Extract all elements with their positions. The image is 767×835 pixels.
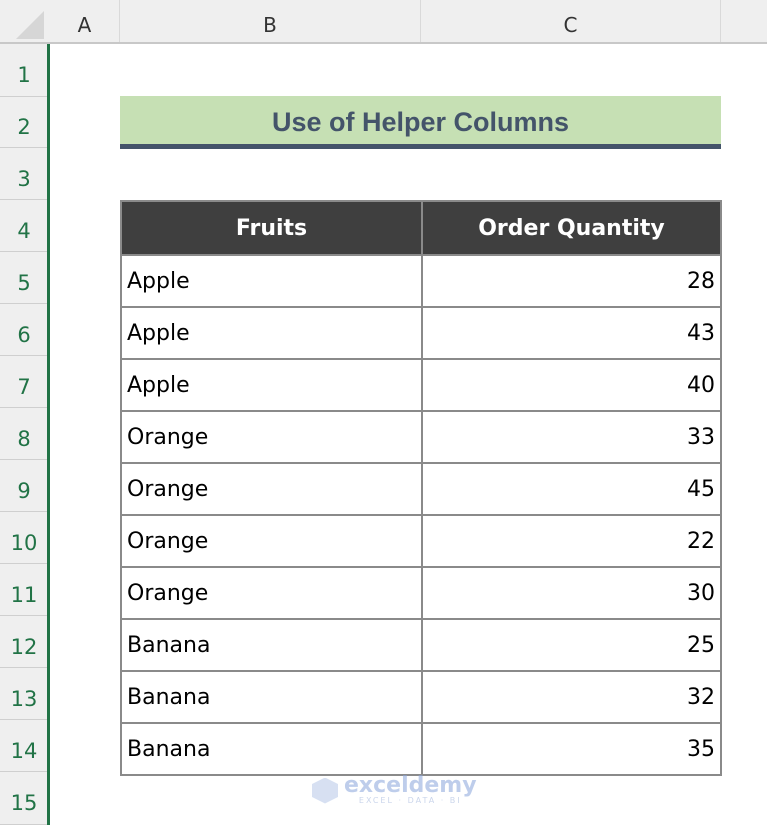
row-header-13[interactable]: 13 (0, 668, 48, 720)
quantity-cell[interactable]: 30 (421, 566, 722, 620)
watermark-name: exceldemy (344, 773, 477, 798)
row-header-11[interactable]: 11 (0, 564, 48, 616)
row-header-1[interactable]: 1 (0, 44, 48, 97)
watermark-tagline: EXCEL · DATA · BI (358, 796, 462, 805)
row-header-15[interactable]: 15 (0, 772, 48, 825)
column-header-a[interactable]: A (50, 0, 120, 42)
table-row: Orange 30 (120, 566, 722, 620)
quantity-cell[interactable]: 40 (421, 358, 722, 412)
table-row: Apple 43 (120, 306, 722, 360)
row-header-3[interactable]: 3 (0, 148, 48, 200)
fruit-cell[interactable]: Orange (120, 410, 423, 464)
fruit-cell[interactable]: Orange (120, 514, 423, 568)
row-header-12[interactable]: 12 (0, 616, 48, 668)
table-row: Orange 33 (120, 410, 722, 464)
column-header-b[interactable]: B (120, 0, 421, 42)
row-header-5[interactable]: 5 (0, 252, 48, 304)
table-row: Apple 28 (120, 254, 722, 308)
data-table: Fruits Order Quantity Apple 28 Apple 43 Appl… (120, 200, 722, 776)
header-fruits[interactable]: Fruits (120, 200, 423, 256)
select-all-button[interactable] (0, 0, 50, 43)
quantity-cell[interactable]: 25 (421, 618, 722, 672)
sheet-title: Use of Helper Columns (120, 96, 721, 149)
selection-indicator (47, 44, 50, 825)
header-order-quantity[interactable]: Order Quantity (421, 200, 722, 256)
quantity-cell[interactable]: 43 (421, 306, 722, 360)
table-row: Apple 40 (120, 358, 722, 412)
column-header-c[interactable]: C (421, 0, 721, 42)
watermark: exceldemy EXCEL · DATA · BI (312, 773, 477, 805)
row-header-4[interactable]: 4 (0, 200, 48, 252)
table-row: Orange 45 (120, 462, 722, 516)
column-header-bar: A B C (0, 0, 767, 44)
exceldemy-logo-icon (312, 777, 338, 804)
quantity-cell[interactable]: 22 (421, 514, 722, 568)
quantity-cell[interactable]: 32 (421, 670, 722, 724)
row-header-10[interactable]: 10 (0, 512, 48, 564)
table-row: Orange 22 (120, 514, 722, 568)
quantity-cell[interactable]: 33 (421, 410, 722, 464)
quantity-cell[interactable]: 35 (421, 722, 722, 776)
row-header-2[interactable]: 2 (0, 97, 48, 148)
row-header-9[interactable]: 9 (0, 460, 48, 512)
fruit-cell[interactable]: Apple (120, 358, 423, 412)
fruit-cell[interactable]: Apple (120, 306, 423, 360)
fruit-cell[interactable]: Apple (120, 254, 423, 308)
fruit-cell[interactable]: Banana (120, 722, 423, 776)
select-all-triangle-icon (16, 11, 44, 39)
fruit-cell[interactable]: Banana (120, 670, 423, 724)
quantity-cell[interactable]: 45 (421, 462, 722, 516)
quantity-cell[interactable]: 28 (421, 254, 722, 308)
column-header-d[interactable] (721, 0, 767, 42)
row-header-14[interactable]: 14 (0, 720, 48, 772)
table-row: Banana 25 (120, 618, 722, 672)
row-header-bar: 1 2 3 4 5 6 7 8 9 10 11 12 13 14 15 (0, 44, 48, 825)
table-header-row: Fruits Order Quantity (120, 200, 722, 256)
table-row: Banana 35 (120, 722, 722, 776)
fruit-cell[interactable]: Banana (120, 618, 423, 672)
row-header-8[interactable]: 8 (0, 408, 48, 460)
table-row: Banana 32 (120, 670, 722, 724)
row-header-6[interactable]: 6 (0, 304, 48, 356)
fruit-cell[interactable]: Orange (120, 462, 423, 516)
fruit-cell[interactable]: Orange (120, 566, 423, 620)
row-header-7[interactable]: 7 (0, 356, 48, 408)
